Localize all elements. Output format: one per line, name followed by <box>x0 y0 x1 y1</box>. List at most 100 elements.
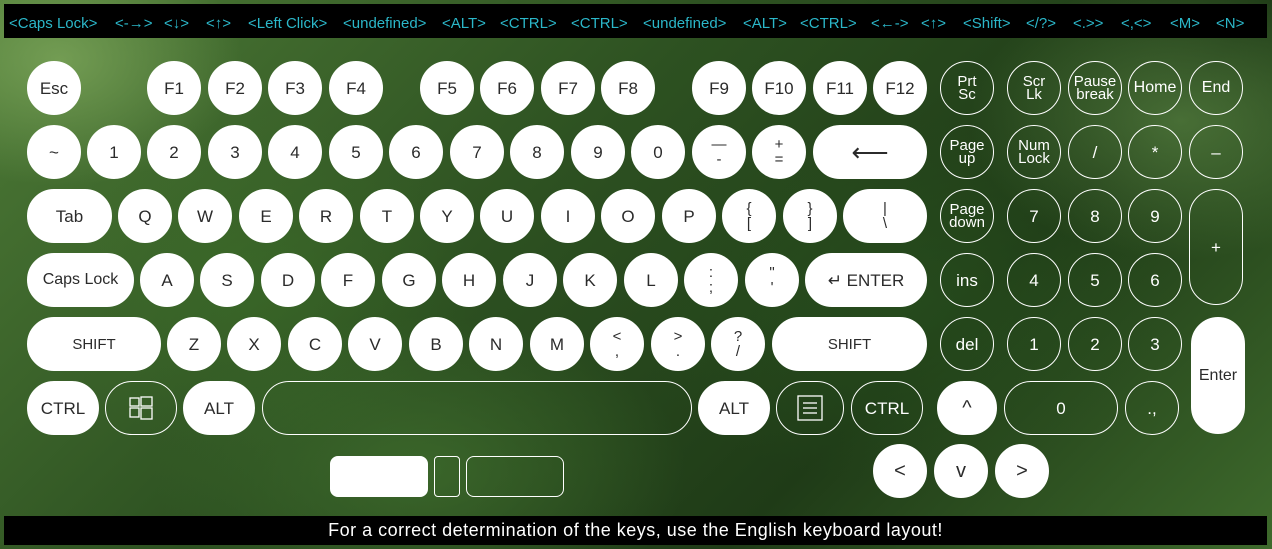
key-r[interactable]: R <box>299 189 353 243</box>
key-equals[interactable]: + = <box>752 125 806 179</box>
key-u[interactable]: U <box>480 189 534 243</box>
key-b[interactable]: B <box>409 317 463 371</box>
key-f12[interactable]: F12 <box>873 61 927 115</box>
key-left-shift[interactable]: SHIFT <box>27 317 161 371</box>
key-caps-lock[interactable]: Caps Lock <box>27 253 134 307</box>
key-arrow-right[interactable]: > <box>995 444 1049 498</box>
key-minus[interactable]: — - <box>692 125 746 179</box>
key-1[interactable]: 1 <box>87 125 141 179</box>
key-a[interactable]: A <box>140 253 194 307</box>
key-right-ctrl[interactable]: CTRL <box>851 381 923 435</box>
key-n[interactable]: N <box>469 317 523 371</box>
key-f3[interactable]: F3 <box>268 61 322 115</box>
key-m[interactable]: M <box>530 317 584 371</box>
key-f11[interactable]: F11 <box>813 61 867 115</box>
key-backslash[interactable]: | \ <box>843 189 927 243</box>
key-i[interactable]: I <box>541 189 595 243</box>
key-arrow-up[interactable]: ^ <box>937 381 997 435</box>
key-numpad-minus[interactable]: – <box>1189 125 1243 179</box>
key-f9[interactable]: F9 <box>692 61 746 115</box>
key-right-alt[interactable]: ALT <box>698 381 770 435</box>
key-left-bracket[interactable]: {[ <box>722 189 776 243</box>
key-slash[interactable]: ? / <box>711 317 765 371</box>
key-quote[interactable]: " ' <box>745 253 799 307</box>
key-period[interactable]: >. <box>651 317 705 371</box>
key-j[interactable]: J <box>503 253 557 307</box>
key-numpad-8[interactable]: 8 <box>1068 189 1122 243</box>
key-arrow-left[interactable]: < <box>873 444 927 498</box>
key-t[interactable]: T <box>360 189 414 243</box>
key-h[interactable]: H <box>442 253 496 307</box>
key-4[interactable]: 4 <box>268 125 322 179</box>
key-numpad-6[interactable]: 6 <box>1128 253 1182 307</box>
key-scroll-lock[interactable]: Scr Lk <box>1007 61 1061 115</box>
key-numpad-divide[interactable]: / <box>1068 125 1122 179</box>
key-l[interactable]: L <box>624 253 678 307</box>
key-f7[interactable]: F7 <box>541 61 595 115</box>
key-g[interactable]: G <box>382 253 436 307</box>
key-8[interactable]: 8 <box>510 125 564 179</box>
key-end[interactable]: End <box>1189 61 1243 115</box>
key-f6[interactable]: F6 <box>480 61 534 115</box>
key-numpad-7[interactable]: 7 <box>1007 189 1061 243</box>
key-numpad-multiply[interactable]: * <box>1128 125 1182 179</box>
key-space[interactable] <box>262 381 692 435</box>
key-f4[interactable]: F4 <box>329 61 383 115</box>
key-enter[interactable]: ↵ ENTER <box>805 253 927 307</box>
key-numpad-decimal[interactable]: ., <box>1125 381 1179 435</box>
key-numpad-plus[interactable]: + <box>1189 189 1243 305</box>
key-pause[interactable]: Pause break <box>1068 61 1122 115</box>
key-5[interactable]: 5 <box>329 125 383 179</box>
key-x[interactable]: X <box>227 317 281 371</box>
key-numpad-2[interactable]: 2 <box>1068 317 1122 371</box>
key-y[interactable]: Y <box>420 189 474 243</box>
key-numpad-4[interactable]: 4 <box>1007 253 1061 307</box>
key-windows[interactable] <box>105 381 177 435</box>
key-numpad-5[interactable]: 5 <box>1068 253 1122 307</box>
key-0[interactable]: 0 <box>631 125 685 179</box>
key-w[interactable]: W <box>178 189 232 243</box>
key-backspace[interactable]: ⟵ <box>813 125 927 179</box>
key-insert[interactable]: ins <box>940 253 994 307</box>
key-numpad-enter[interactable]: Enter <box>1191 317 1245 434</box>
key-esc[interactable]: Esc <box>27 61 81 115</box>
key-tilde[interactable]: ~ <box>27 125 81 179</box>
key-e[interactable]: E <box>239 189 293 243</box>
key-f[interactable]: F <box>321 253 375 307</box>
key-f8[interactable]: F8 <box>601 61 655 115</box>
key-left-alt[interactable]: ALT <box>183 381 255 435</box>
key-7[interactable]: 7 <box>450 125 504 179</box>
mouse-right-button[interactable] <box>466 456 564 497</box>
key-comma[interactable]: <, <box>590 317 644 371</box>
key-delete[interactable]: del <box>940 317 994 371</box>
key-num-lock[interactable]: Num Lock <box>1007 125 1061 179</box>
key-6[interactable]: 6 <box>389 125 443 179</box>
key-numpad-3[interactable]: 3 <box>1128 317 1182 371</box>
key-numpad-9[interactable]: 9 <box>1128 189 1182 243</box>
key-9[interactable]: 9 <box>571 125 625 179</box>
mouse-middle-button[interactable] <box>434 456 460 497</box>
key-print-screen[interactable]: Prt Sc <box>940 61 994 115</box>
key-d[interactable]: D <box>261 253 315 307</box>
key-page-down[interactable]: Page down <box>940 189 994 243</box>
key-f5[interactable]: F5 <box>420 61 474 115</box>
key-numpad-0[interactable]: 0 <box>1004 381 1118 435</box>
key-page-up[interactable]: Page up <box>940 125 994 179</box>
key-right-bracket[interactable]: }] <box>783 189 837 243</box>
key-v[interactable]: V <box>348 317 402 371</box>
key-home[interactable]: Home <box>1128 61 1182 115</box>
key-f10[interactable]: F10 <box>752 61 806 115</box>
key-numpad-1[interactable]: 1 <box>1007 317 1061 371</box>
key-arrow-down[interactable]: v <box>934 444 988 498</box>
key-k[interactable]: K <box>563 253 617 307</box>
key-p[interactable]: P <box>662 189 716 243</box>
key-c[interactable]: C <box>288 317 342 371</box>
key-q[interactable]: Q <box>118 189 172 243</box>
key-tab[interactable]: Tab <box>27 189 112 243</box>
key-2[interactable]: 2 <box>147 125 201 179</box>
key-semicolon[interactable]: :; <box>684 253 738 307</box>
key-left-ctrl[interactable]: CTRL <box>27 381 99 435</box>
key-f2[interactable]: F2 <box>208 61 262 115</box>
key-z[interactable]: Z <box>167 317 221 371</box>
key-right-shift[interactable]: SHIFT <box>772 317 927 371</box>
